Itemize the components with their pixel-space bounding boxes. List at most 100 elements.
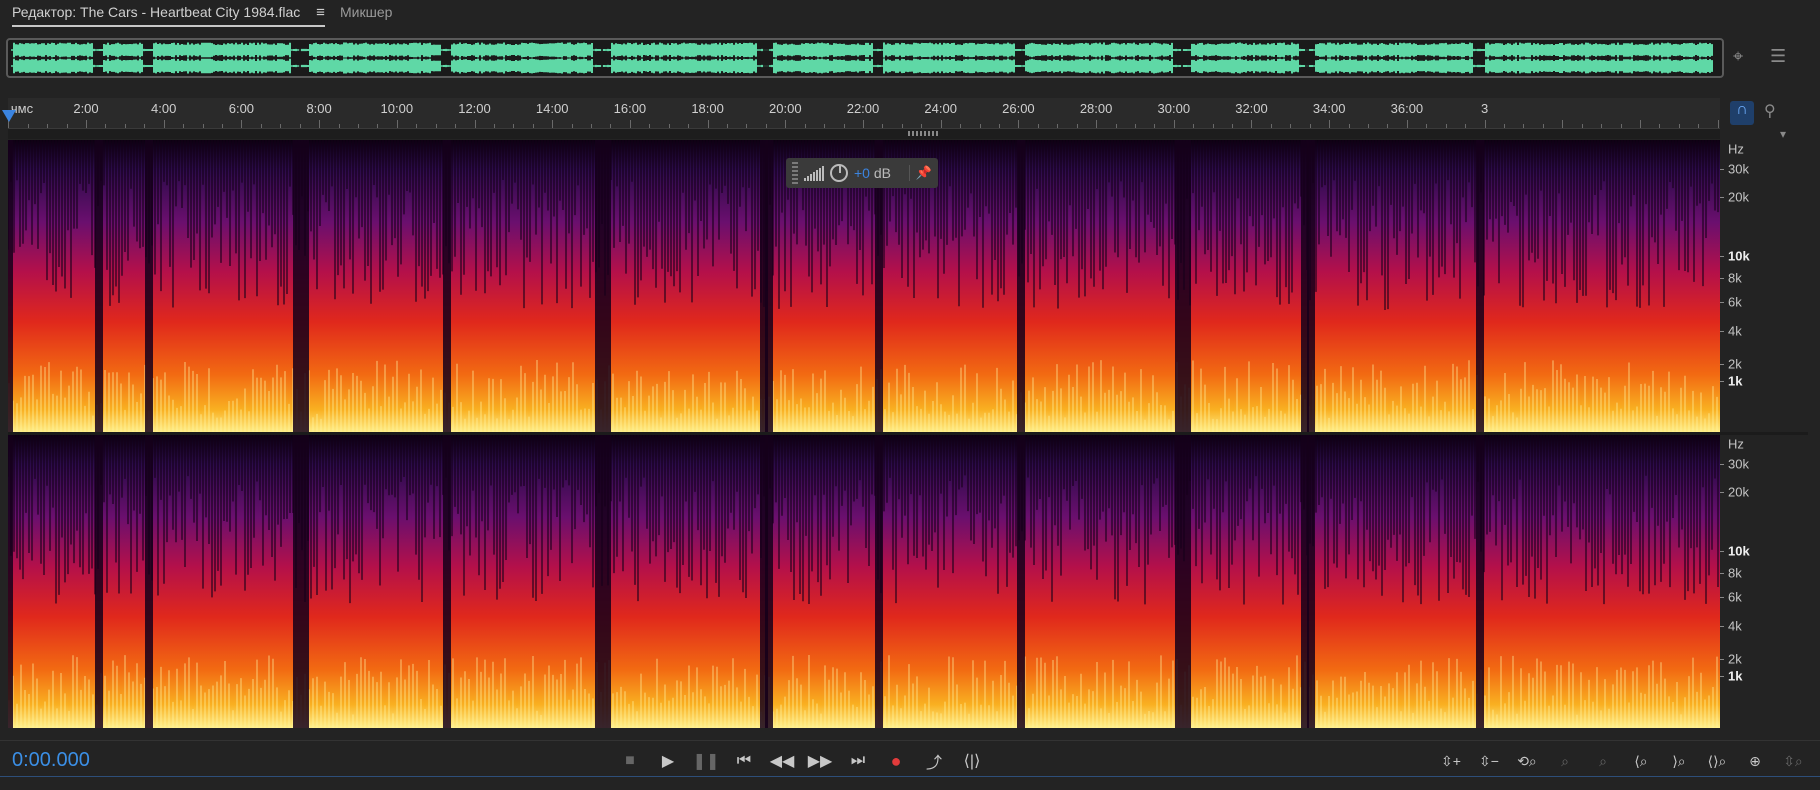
zoom-controls: ⇳+ ⇳− ⟲⌕ ⌕ ⌕ ⟨⌕ ⟩⌕ ⟨⟩⌕ ⊕ ⇳⌕ bbox=[1436, 747, 1808, 775]
frequency-label: 4k bbox=[1728, 618, 1742, 634]
play-button[interactable]: ▶ bbox=[654, 747, 682, 775]
go-to-end-button[interactable]: ⏭ bbox=[844, 747, 872, 775]
panel-menu-icon[interactable]: ≡ bbox=[316, 4, 325, 21]
ruler-tick bbox=[1290, 124, 1291, 128]
overview-waveform-graphic bbox=[11, 42, 1713, 74]
ruler-tick bbox=[533, 124, 534, 128]
frequency-tick bbox=[1720, 626, 1724, 627]
ruler-time-label: 3 bbox=[1480, 101, 1489, 116]
ruler-tick bbox=[708, 120, 709, 128]
silence-gap bbox=[301, 435, 309, 728]
ruler-time-label: 28:00 bbox=[1079, 101, 1113, 116]
silence-gap bbox=[765, 435, 773, 728]
silence-gap bbox=[1183, 140, 1191, 433]
ruler-tick bbox=[941, 120, 942, 128]
ruler-tick bbox=[1407, 120, 1408, 128]
silence-gap bbox=[8, 140, 13, 433]
rewind-button[interactable]: ◀◀ bbox=[768, 747, 796, 775]
time-ruler[interactable]: чмс 2:00 4:00 6:00 8:00 10:00 12:00 14:00 16:00… bbox=[8, 98, 1720, 129]
time-display[interactable]: 0:00.000 bbox=[12, 749, 90, 772]
frequency-label: 1k bbox=[1728, 373, 1743, 389]
gain-unit: dB bbox=[873, 165, 891, 181]
fast-forward-button[interactable]: ▶▶ bbox=[806, 747, 834, 775]
gain-readout[interactable]: +0 dB bbox=[854, 165, 891, 181]
zoom-out-time-button[interactable]: ⟩⌕ bbox=[1664, 747, 1694, 775]
zoom-out-full-button[interactable]: ⇳⌕ bbox=[1778, 747, 1808, 775]
frequency-label: 8k bbox=[1728, 270, 1742, 286]
ruler-tick bbox=[377, 124, 378, 128]
playhead-marker[interactable] bbox=[2, 110, 16, 122]
silence-gap bbox=[293, 435, 301, 728]
zoom-out-amplitude-button[interactable]: ⇳− bbox=[1474, 747, 1504, 775]
frequency-tick bbox=[1720, 551, 1724, 552]
frequency-label: 6k bbox=[1728, 294, 1742, 310]
chevron-down-icon[interactable]: ▾ bbox=[1780, 127, 1786, 141]
skip-selection-icon: ⟨|⟩ bbox=[963, 753, 981, 770]
zoom-in-amplitude-button[interactable]: ⇳+ bbox=[1436, 747, 1466, 775]
pin-hud-icon[interactable]: 📌 bbox=[908, 165, 932, 181]
tab-mixer[interactable]: Микшер bbox=[340, 4, 392, 20]
ruler-tick bbox=[1057, 124, 1058, 128]
frequency-scale-right: Hz 30k 20k 10k 8k 6k 4k 2k 1k bbox=[1720, 435, 1820, 728]
ruler-tick bbox=[610, 124, 611, 128]
ruler-tick bbox=[1679, 124, 1680, 128]
stop-button[interactable]: ■ bbox=[616, 747, 644, 775]
ruler-tick bbox=[1096, 120, 1097, 128]
ruler-time-label: 16:00 bbox=[613, 101, 647, 116]
zoom-reset-button[interactable]: ⟲⌕ bbox=[1512, 747, 1542, 775]
ruler-time-label: 4:00 bbox=[151, 101, 177, 116]
loop-button[interactable]: ⤴ bbox=[920, 747, 948, 775]
tab-editor[interactable]: Редактор: The Cars - Heartbeat City 1984… bbox=[12, 4, 325, 27]
ruler-tick bbox=[921, 124, 922, 128]
transport-controls: ■ ▶ ❚❚ ⏮ ◀◀ ▶▶ ⏭ ● ⤴ ⟨|⟩ bbox=[616, 747, 986, 775]
ruler-time-label: 10:00 bbox=[380, 101, 414, 116]
waveform-overview[interactable] bbox=[6, 38, 1724, 78]
ruler-tick bbox=[1154, 124, 1155, 128]
panel-list-icon[interactable]: ☰ bbox=[1770, 46, 1786, 67]
scroll-bar-grip[interactable] bbox=[908, 131, 938, 136]
ruler-tick bbox=[28, 124, 29, 128]
silence-gap bbox=[1017, 140, 1025, 433]
record-button[interactable]: ● bbox=[882, 747, 910, 775]
frequency-tick bbox=[1720, 302, 1724, 303]
silence-gap bbox=[875, 435, 883, 728]
ruler-tick bbox=[1523, 124, 1524, 128]
zoom-in-time-button[interactable]: ⟨⌕ bbox=[1626, 747, 1656, 775]
frequency-tick bbox=[1720, 169, 1724, 170]
zoom-full-icon: ⟨⟩⌕ bbox=[1707, 752, 1727, 769]
pause-button[interactable]: ❚❚ bbox=[692, 747, 720, 775]
horizontal-scroll-bar[interactable] bbox=[8, 129, 1720, 139]
ruler-tick bbox=[805, 124, 806, 128]
ruler-tick bbox=[1718, 120, 1719, 128]
ruler-time-label: 18:00 bbox=[691, 101, 724, 116]
zoom-navigator-icon[interactable]: ⌖ bbox=[1733, 46, 1743, 67]
ruler-tick bbox=[513, 124, 514, 128]
zoom-in-point-button[interactable]: ⊕ bbox=[1740, 747, 1770, 775]
gain-knob[interactable] bbox=[830, 164, 848, 182]
ruler-tick bbox=[863, 120, 864, 128]
frequency-tick bbox=[1720, 331, 1724, 332]
headphones-monitor-icon[interactable]: ∩ bbox=[1730, 101, 1754, 125]
frequency-tick bbox=[1720, 597, 1724, 598]
go-to-start-button[interactable]: ⏮ bbox=[730, 747, 758, 775]
silence-gap bbox=[1017, 435, 1025, 728]
ruler-tick bbox=[455, 124, 456, 128]
ruler-tick bbox=[1310, 124, 1311, 128]
ruler-tick bbox=[1116, 124, 1117, 128]
silence-gap bbox=[1183, 435, 1191, 728]
marker-pin-icon[interactable]: ⚲ bbox=[1764, 101, 1776, 121]
skip-selection-button[interactable]: ⟨|⟩ bbox=[958, 747, 986, 775]
ruler-tick bbox=[1329, 120, 1330, 128]
zoom-full-button[interactable]: ⟨⟩⌕ bbox=[1702, 747, 1732, 775]
ruler-time-label: 36:00 bbox=[1390, 101, 1424, 116]
zoom-to-selection-button[interactable]: ⌕ bbox=[1550, 747, 1580, 775]
ruler-tick bbox=[727, 124, 728, 128]
amplitude-hud[interactable]: +0 dB 📌 bbox=[786, 158, 938, 188]
ruler-tick bbox=[1562, 120, 1563, 128]
hud-drag-grip[interactable] bbox=[792, 162, 798, 184]
spectrogram-channel-right[interactable] bbox=[8, 435, 1720, 728]
silence-gap bbox=[1307, 435, 1315, 728]
zoom-to-selected-clip-button[interactable]: ⌕ bbox=[1588, 747, 1618, 775]
ruler-tick bbox=[241, 120, 242, 128]
silence-gap bbox=[443, 435, 451, 728]
